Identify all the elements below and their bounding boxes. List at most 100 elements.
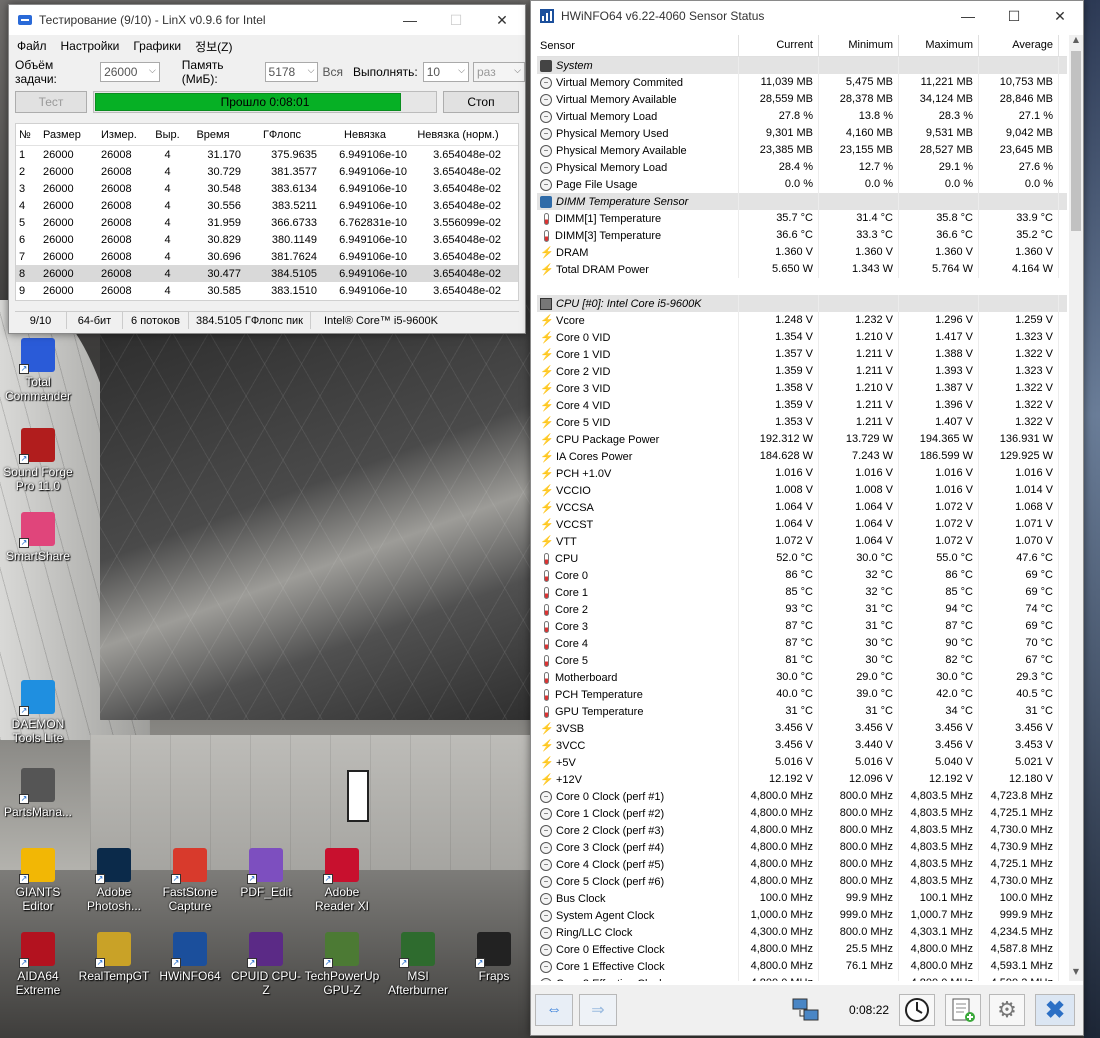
sensor-row[interactable]: ⚡ VCCST 1.064 V 1.064 V 1.072 V 1.071 V <box>537 516 1067 533</box>
hwinfo-titlebar[interactable]: HWiNFO64 v6.22-4060 Sensor Status — ☐ ✕ <box>531 1 1083 31</box>
minimize-button[interactable]: — <box>945 1 991 31</box>
column-header-average[interactable]: Average <box>979 35 1059 57</box>
sensor-row[interactable]: − Core 2 Clock (perf #3) 4,800.0 MHz 800.0 … <box>537 822 1067 839</box>
desktop-icon-giants[interactable]: ↗ GIANTS Editor <box>0 848 76 913</box>
sensor-row[interactable]: Motherboard 30.0 °C 29.0 °C 30.0 °C 29.3 °C <box>537 669 1067 686</box>
sensor-row[interactable]: ⚡ Core 1 VID 1.357 V 1.211 V 1.388 V 1.322 V <box>537 346 1067 363</box>
column-header[interactable]: ГФлопс <box>247 129 323 141</box>
desktop-icon-adobe-reader[interactable]: ↗ Adobe Reader XI <box>304 848 380 913</box>
column-header[interactable]: Время <box>185 129 247 141</box>
sensor-scrollbar[interactable]: ▲ ▼ <box>1069 35 1083 981</box>
sensor-row[interactable]: − Bus Clock 100.0 MHz 99.9 MHz 100.1 MHz 100.… <box>537 890 1067 907</box>
desktop-icon-realtemp[interactable]: ↗ RealTempGT <box>76 932 152 983</box>
sensor-row[interactable]: − Physical Memory Available 23,385 MB 23,15… <box>537 142 1067 159</box>
minimize-button[interactable]: — <box>387 5 433 35</box>
sensor-row[interactable]: Core 4 87 °C 30 °C 90 °C 70 °C <box>537 635 1067 652</box>
sensor-row[interactable]: DIMM[3] Temperature 36.6 °C 33.3 °C 36.6 °C… <box>537 227 1067 244</box>
sensor-row[interactable]: − Core 4 Clock (perf #5) 4,800.0 MHz 800.0 … <box>537 856 1067 873</box>
desktop-icon-photoshop[interactable]: ↗ Adobe Photosh... <box>76 848 152 913</box>
nav-arrows-icon[interactable]: ⇔ <box>535 994 573 1026</box>
table-row[interactable]: 3 26000 26008 4 30.548 383.6134 6.949106e-10 3.… <box>16 180 518 197</box>
table-row[interactable]: 9 26000 26008 4 30.585 383.1510 6.949106e-10 3.… <box>16 282 518 299</box>
settings-icon[interactable]: ⚙ <box>989 994 1025 1026</box>
sensor-row[interactable]: Core 0 86 °C 32 °C 86 °C 69 °C <box>537 567 1067 584</box>
menu-graphs[interactable]: Графики <box>133 39 181 53</box>
run-unit-select[interactable]: раз ⌵ <box>472 62 525 82</box>
desktop-icon-gpuz[interactable]: ↗ TechPowerUp GPU-Z <box>304 932 380 997</box>
desktop-icon-faststone[interactable]: ↗ FastStone Capture <box>152 848 228 913</box>
desktop-icon-pdf-edit[interactable]: ↗ PDF_Edit <box>228 848 304 899</box>
column-header-current[interactable]: Current <box>739 35 819 57</box>
hwinfo-window[interactable]: HWiNFO64 v6.22-4060 Sensor Status — ☐ ✕ … <box>530 0 1084 1036</box>
sensor-section-header[interactable]: CPU [#0]: Intel Core i5-9600K <box>537 295 1067 312</box>
desktop-icon-hwinfo[interactable]: ↗ HWiNFO64 <box>152 932 228 983</box>
column-header[interactable]: Выр. <box>150 129 185 141</box>
sensor-row[interactable]: ⚡ +12V 12.192 V 12.096 V 12.192 V 12.180 V <box>537 771 1067 788</box>
sensor-row[interactable]: ⚡ Total DRAM Power 5.650 W 1.343 W 5.764 W 4.… <box>537 261 1067 278</box>
desktop-icon-daemon-tools[interactable]: ↗ DAEMON Tools Lite <box>0 680 76 745</box>
maximize-button[interactable]: ☐ <box>433 5 479 35</box>
sensor-row[interactable]: ⚡ Core 2 VID 1.359 V 1.211 V 1.393 V 1.323 V <box>537 363 1067 380</box>
sensor-row[interactable]: ⚡ Core 5 VID 1.353 V 1.211 V 1.407 V 1.322 V <box>537 414 1067 431</box>
desktop-icon-cpuz[interactable]: ↗ CPUID CPU-Z <box>228 932 304 997</box>
sensor-row[interactable]: − Core 5 Clock (perf #6) 4,800.0 MHz 800.0 … <box>537 873 1067 890</box>
sensor-row[interactable]: ⚡ DRAM 1.360 V 1.360 V 1.360 V 1.360 V <box>537 244 1067 261</box>
scroll-down-icon[interactable]: ▼ <box>1069 967 1083 981</box>
sensor-row[interactable]: − Virtual Memory Commited 11,039 MB 5,475 M… <box>537 74 1067 91</box>
test-button[interactable]: Тест <box>15 91 87 113</box>
desktop-icon-sound-forge[interactable]: ↗ Sound Forge Pro 11.0 <box>0 428 76 493</box>
desktop-icon-fraps[interactable]: ↗ Fraps <box>456 932 532 983</box>
sensor-row[interactable]: ⚡ Vcore 1.248 V 1.232 V 1.296 V 1.259 V <box>537 312 1067 329</box>
column-header[interactable]: Невязка (норм.) <box>415 129 505 141</box>
scroll-thumb[interactable] <box>1071 51 1081 231</box>
table-row[interactable]: 7 26000 26008 4 30.696 381.7624 6.949106e-10 3.… <box>16 248 518 265</box>
table-row[interactable]: 8 26000 26008 4 30.477 384.5105 6.949106e-10 3.… <box>16 265 518 282</box>
sensor-row[interactable]: Core 2 93 °C 31 °C 94 °C 74 °C <box>537 601 1067 618</box>
sensor-row[interactable]: GPU Temperature 31 °C 31 °C 34 °C 31 °C <box>537 703 1067 720</box>
desktop-icon-aida64[interactable]: ↗ AIDA64 Extreme <box>0 932 76 997</box>
sensor-row[interactable]: ⚡ 3VSB 3.456 V 3.456 V 3.456 V 3.456 V <box>537 720 1067 737</box>
sensor-row[interactable]: − Core 3 Clock (perf #4) 4,800.0 MHz 800.0 … <box>537 839 1067 856</box>
sensor-row[interactable]: DIMM[1] Temperature 35.7 °C 31.4 °C 35.8 °C… <box>537 210 1067 227</box>
table-row[interactable]: 5 26000 26008 4 31.959 366.6733 6.762831e-10 3.… <box>16 214 518 231</box>
sensor-row[interactable]: Core 3 87 °C 31 °C 87 °C 69 °C <box>537 618 1067 635</box>
sensor-row[interactable]: − Core 0 Effective Clock 4,800.0 MHz 25.5 M… <box>537 941 1067 958</box>
close-button[interactable]: ✕ <box>1037 1 1083 31</box>
sensor-row[interactable]: ⚡ 3VCC 3.456 V 3.440 V 3.456 V 3.453 V <box>537 737 1067 754</box>
add-report-icon[interactable] <box>945 994 981 1026</box>
run-count-select[interactable]: 10 ⌵ <box>422 62 469 82</box>
column-header[interactable]: Измер. <box>95 129 150 141</box>
sensor-row[interactable]: ⚡ Core 4 VID 1.359 V 1.211 V 1.396 V 1.322 V <box>537 397 1067 414</box>
sensor-row[interactable]: CPU 52.0 °C 30.0 °C 55.0 °C 47.6 °C <box>537 550 1067 567</box>
sensor-row[interactable]: −Core 2 Effective Clock4,800.0 MHz4,800.… <box>537 975 1067 981</box>
column-header-minimum[interactable]: Minimum <box>819 35 899 57</box>
sensor-row[interactable]: ⚡ VTT 1.072 V 1.064 V 1.072 V 1.070 V <box>537 533 1067 550</box>
maximize-button[interactable]: ☐ <box>991 1 1037 31</box>
menu-settings[interactable]: Настройки <box>61 39 120 53</box>
clock-icon[interactable] <box>899 994 935 1026</box>
table-row[interactable]: 6 26000 26008 4 30.829 380.1149 6.949106e-10 3.… <box>16 231 518 248</box>
sensor-row[interactable]: Core 1 85 °C 32 °C 85 °C 69 °C <box>537 584 1067 601</box>
sensor-row[interactable]: − Core 1 Clock (perf #2) 4,800.0 MHz 800.0 … <box>537 805 1067 822</box>
scroll-up-icon[interactable]: ▲ <box>1069 35 1083 49</box>
column-header[interactable]: Невязка <box>323 129 415 141</box>
column-header-sensor[interactable]: Sensor <box>537 35 739 57</box>
sensor-row[interactable]: ⚡ Core 3 VID 1.358 V 1.210 V 1.387 V 1.322 V <box>537 380 1067 397</box>
sensor-row[interactable]: ⚡ +5V 5.016 V 5.016 V 5.040 V 5.021 V <box>537 754 1067 771</box>
sensor-row[interactable]: ⚡ CPU Package Power 192.312 W 13.729 W 194.3… <box>537 431 1067 448</box>
menu-info[interactable]: 정보(Z) <box>195 38 232 55</box>
sensor-grid[interactable]: Sensor Current Minimum Maximum Average Syste… <box>537 35 1067 981</box>
sensor-row[interactable]: − Ring/LLC Clock 4,300.0 MHz 800.0 MHz 4,303… <box>537 924 1067 941</box>
desktop-icon-floppy[interactable]: ↗ Total Commander <box>0 338 76 403</box>
close-button[interactable]: ✕ <box>479 5 525 35</box>
stop-button[interactable]: Стоп <box>443 91 519 113</box>
desktop-icon-afterburner[interactable]: ↗ MSI Afterburner <box>380 932 456 997</box>
sensor-row[interactable]: ⚡ Core 0 VID 1.354 V 1.210 V 1.417 V 1.323 V <box>537 329 1067 346</box>
sensor-row[interactable]: − Virtual Memory Load 27.8 % 13.8 % 28.3 % 27… <box>537 108 1067 125</box>
table-row[interactable]: 1 26000 26008 4 31.170 375.9635 6.949106e-10 3.… <box>16 146 518 163</box>
desktop-icon-smartshare[interactable]: ↗ SmartShare <box>0 512 76 563</box>
sensor-section-header[interactable]: DIMM Temperature Sensor <box>537 193 1067 210</box>
table-row[interactable]: 4 26000 26008 4 30.556 383.5211 6.949106e-10 3.… <box>16 197 518 214</box>
close-x-icon[interactable]: ✖ <box>1035 994 1075 1026</box>
network-icon[interactable] <box>787 994 825 1026</box>
